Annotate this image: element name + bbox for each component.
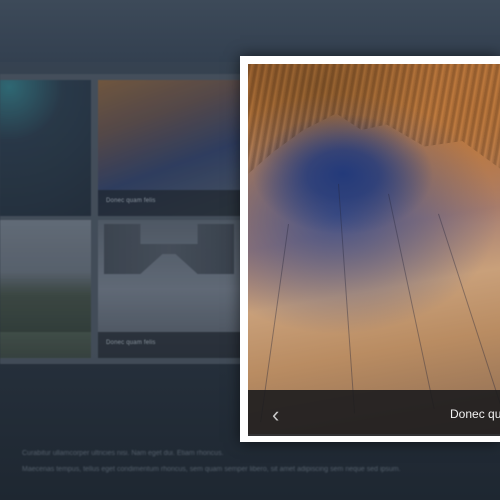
tile-caption-bar: Donec quam felis: [98, 190, 243, 216]
footer-text-line: Maecenas tempus, tellus eget condimentum…: [22, 466, 401, 473]
gully: [338, 183, 356, 414]
lightbox-caption: Donec qu: [450, 407, 500, 421]
gallery-tile[interactable]: Donec quam felis: [98, 220, 243, 358]
top-bar: [0, 0, 500, 62]
chevron-left-icon[interactable]: ‹: [272, 402, 294, 428]
crater-ridge: [248, 64, 500, 174]
tile-image-letter: [104, 224, 234, 274]
gallery-tile[interactable]: [0, 220, 91, 358]
lightbox: [240, 56, 500, 442]
tile-caption-bar: Donec quam felis: [98, 332, 243, 358]
tile-image-trees: [0, 272, 91, 332]
gully: [438, 213, 500, 405]
tile-caption: Donec quam felis: [106, 340, 156, 346]
gallery-tile[interactable]: [0, 80, 91, 216]
gallery-grid: Donec quam felis Donec quam felis: [0, 74, 248, 364]
lightbox-photo: [248, 64, 500, 434]
tile-caption: Donec quam felis: [106, 198, 156, 204]
gully: [388, 193, 435, 410]
footer-text-line: Curabitur ullamcorper ultricies nisi. Na…: [22, 450, 224, 457]
gallery-tile[interactable]: Donec quam felis: [98, 80, 243, 216]
